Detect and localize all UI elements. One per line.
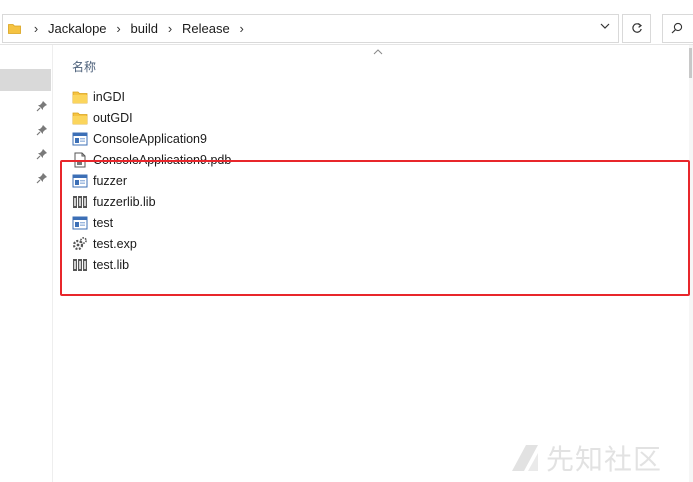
breadcrumb-item-jackalope[interactable]: Jackalope [43, 21, 112, 36]
top-toolbar: › Jackalope › build › Release › [0, 0, 693, 45]
nav-item-selected[interactable] [0, 69, 51, 91]
file-name: ConsoleApplication9 [93, 131, 207, 146]
folder-icon [72, 110, 88, 126]
file-row-consoleapplication9[interactable]: ConsoleApplication9 [72, 128, 372, 149]
pin-icon[interactable] [36, 124, 48, 136]
breadcrumb: › Jackalope › build › Release › [29, 15, 249, 42]
sort-ascending-icon[interactable] [372, 48, 384, 56]
application-icon [72, 131, 88, 147]
file-name: outGDI [93, 110, 133, 125]
search-icon [671, 22, 683, 34]
folder-icon [8, 24, 21, 34]
watermark: 先知社区 [510, 440, 662, 476]
breadcrumb-item-build[interactable]: build [126, 21, 163, 36]
chevron-right-icon[interactable]: › [112, 21, 126, 36]
file-row-outgdi[interactable]: outGDI [72, 107, 372, 128]
folder-icon [72, 89, 88, 105]
refresh-button[interactable] [622, 14, 651, 43]
file-name: inGDI [93, 89, 125, 104]
column-header-name[interactable]: 名称 [72, 58, 96, 75]
watermark-logo-icon [512, 445, 538, 471]
breadcrumb-item-release[interactable]: Release [177, 21, 235, 36]
navigation-pane [0, 45, 53, 482]
refresh-icon [631, 23, 642, 33]
search-input[interactable] [662, 14, 693, 43]
chevron-right-icon[interactable]: › [235, 21, 249, 36]
chevron-right-icon[interactable]: › [163, 21, 177, 36]
scrollbar-thumb[interactable] [689, 48, 692, 78]
address-bar[interactable]: › Jackalope › build › Release › [2, 14, 619, 43]
file-row-ingdi[interactable]: inGDI [72, 86, 372, 107]
highlight-annotation-box [60, 160, 690, 296]
watermark-text: 先知社区 [546, 443, 663, 476]
pin-icon[interactable] [36, 148, 48, 160]
chevron-down-icon[interactable] [598, 21, 612, 35]
chevron-right-icon[interactable]: › [29, 21, 43, 36]
pin-icon[interactable] [36, 100, 48, 112]
pin-icon[interactable] [36, 172, 48, 184]
